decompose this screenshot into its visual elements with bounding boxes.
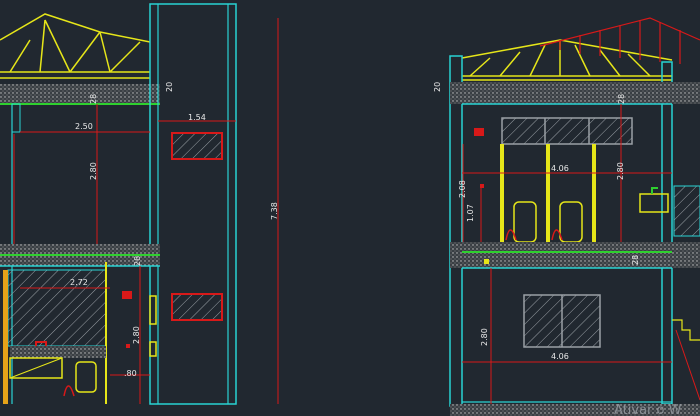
upper-window (171, 132, 223, 160)
right-mid-marker (484, 259, 489, 264)
left-switch (126, 344, 130, 348)
right-dim-4-06-upper: 4.06 (551, 164, 569, 173)
dim-80: .80 (124, 369, 137, 378)
right-upper-window (501, 117, 633, 145)
dim-total-height: 7.38 (270, 202, 279, 220)
dim-28-top: 28 (89, 94, 98, 104)
dim-28-mid: 28 (133, 256, 142, 266)
left-upper-slab (0, 84, 160, 104)
dim-20: 20 (165, 82, 174, 92)
right-dim-20: 20 (433, 82, 442, 92)
right-dim-2-80-upper: 2.80 (616, 162, 625, 180)
right-dim-4-06-lower: 4.06 (551, 352, 569, 361)
dim-2-80-lower: 2.80 (132, 326, 141, 344)
dim-2-80-upper: 2.80 (89, 162, 98, 180)
right-upper-slab (450, 82, 700, 104)
right-dim-2-80-lower: 2.80 (480, 328, 489, 346)
right-wall-tile (673, 185, 700, 237)
lower-window (171, 293, 223, 321)
right-outlet-1 (474, 128, 484, 136)
right-partition-1 (500, 144, 504, 242)
right-mid-slab (450, 242, 700, 268)
left-counter (10, 346, 106, 358)
right-dim-28-mid: 28 (631, 255, 640, 265)
dim-1-54: 1.54 (188, 113, 206, 122)
right-switch (480, 184, 484, 188)
right-dim-28-top: 28 (617, 94, 626, 104)
activation-watermark: Ativar o W (614, 403, 682, 416)
cad-drawing-canvas[interactable]: 2.50 2.80 1.54 2.72 2.80 .80 28 28 20 7.… (0, 0, 700, 416)
left-door-jamb (3, 270, 8, 404)
left-outlet (122, 291, 132, 299)
right-partition-2 (546, 144, 550, 242)
right-partition-3 (592, 144, 596, 242)
right-dim-2-08: 2.08 (458, 180, 467, 198)
right-dim-1-07: 1.07 (466, 204, 475, 222)
left-tile-wall (7, 269, 107, 347)
dim-2-72: 2.72 (70, 278, 88, 287)
dim-2-50: 2.50 (75, 122, 93, 131)
